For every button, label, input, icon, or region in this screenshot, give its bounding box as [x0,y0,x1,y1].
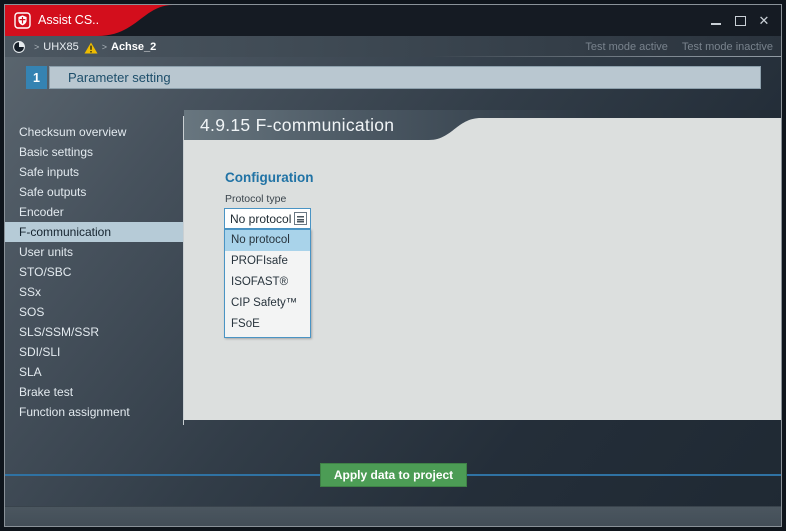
sidebar-item-user-units[interactable]: User units [5,242,184,262]
breadcrumb-axis[interactable]: Achse_2 [111,41,156,53]
close-button[interactable]: ✕ [757,14,771,28]
sidebar-item-function-assignment[interactable]: Function assignment [5,402,184,422]
sidebar-item-f-communication[interactable]: F-communication [5,222,184,242]
sidebar-item-sto-sbc[interactable]: STO/SBC [5,262,184,282]
sidebar-item-safe-outputs[interactable]: Safe outputs [5,182,184,202]
app-title: Assist CS.. [38,5,99,36]
page-title: 4.9.15 F-communication [200,110,394,140]
dropdown-option-profisafe[interactable]: PROFIsafe [225,251,310,272]
minimize-button[interactable] [709,14,723,28]
section-title: Configuration [225,170,313,185]
sidebar-item-safe-inputs[interactable]: Safe inputs [5,162,184,182]
sidebar-item-ssx[interactable]: SSx [5,282,184,302]
step-tab-label: Parameter setting [68,70,171,85]
warning-icon [84,41,98,53]
window-controls: ✕ [709,5,771,36]
apply-button[interactable]: Apply data to project [320,463,467,487]
breadcrumb-device[interactable]: UHX85 [43,41,78,53]
sidebar-item-sos[interactable]: SOS [5,302,184,322]
sidebar-item-basic-settings[interactable]: Basic settings [5,142,184,162]
dropdown-option-isofast[interactable]: ISOFAST® [225,272,310,293]
app-logo-icon [14,12,31,29]
dropdown-selected-value: No protocol [225,212,294,226]
title-bar: Assist CS.. ✕ [5,5,781,36]
test-mode-controls: Test mode active Test mode inactive [585,36,773,57]
dropdown-list-icon[interactable] [294,212,307,225]
main-panel: 4.9.15 F-communication Configuration Pro… [184,110,781,420]
breadcrumb-chevron: > [34,42,39,52]
sidebar-nav: Checksum overviewBasic settingsSafe inpu… [5,122,184,422]
sidebar-item-sls-ssm-ssr[interactable]: SLS/SSM/SSR [5,322,184,342]
step-number-badge: 1 [26,66,47,89]
sidebar-item-sdi-sli[interactable]: SDI/SLI [5,342,184,362]
breadcrumb: > UHX85 > Achse_2 Test mode active Test … [5,36,781,57]
sidebar-item-checksum-overview[interactable]: Checksum overview [5,122,184,142]
sidebar-item-sla[interactable]: SLA [5,362,184,382]
dropdown-option-fsoe[interactable]: FSoE [225,314,310,335]
test-mode-active-button[interactable]: Test mode active [585,41,668,53]
protocol-type-dropdown[interactable]: No protocol [224,208,311,229]
sidebar-item-brake-test[interactable]: Brake test [5,382,184,402]
device-icon [12,40,26,54]
protocol-dropdown-list: No protocolPROFIsafeISOFAST®CIP Safety™F… [224,229,311,338]
sidebar-item-encoder[interactable]: Encoder [5,202,184,222]
dropdown-option-no-protocol[interactable]: No protocol [225,230,310,251]
app-window: Assist CS.. ✕ > UHX85 > Achse_2 Test mod [4,4,782,527]
test-mode-inactive-button[interactable]: Test mode inactive [682,41,773,53]
tab-parameter-setting[interactable]: Parameter setting [49,66,761,89]
dropdown-option-cip-safety[interactable]: CIP Safety™ [225,293,310,314]
breadcrumb-chevron: > [102,42,107,52]
maximize-button[interactable] [733,14,747,28]
status-bar [5,506,781,526]
protocol-type-label: Protocol type [225,193,286,205]
